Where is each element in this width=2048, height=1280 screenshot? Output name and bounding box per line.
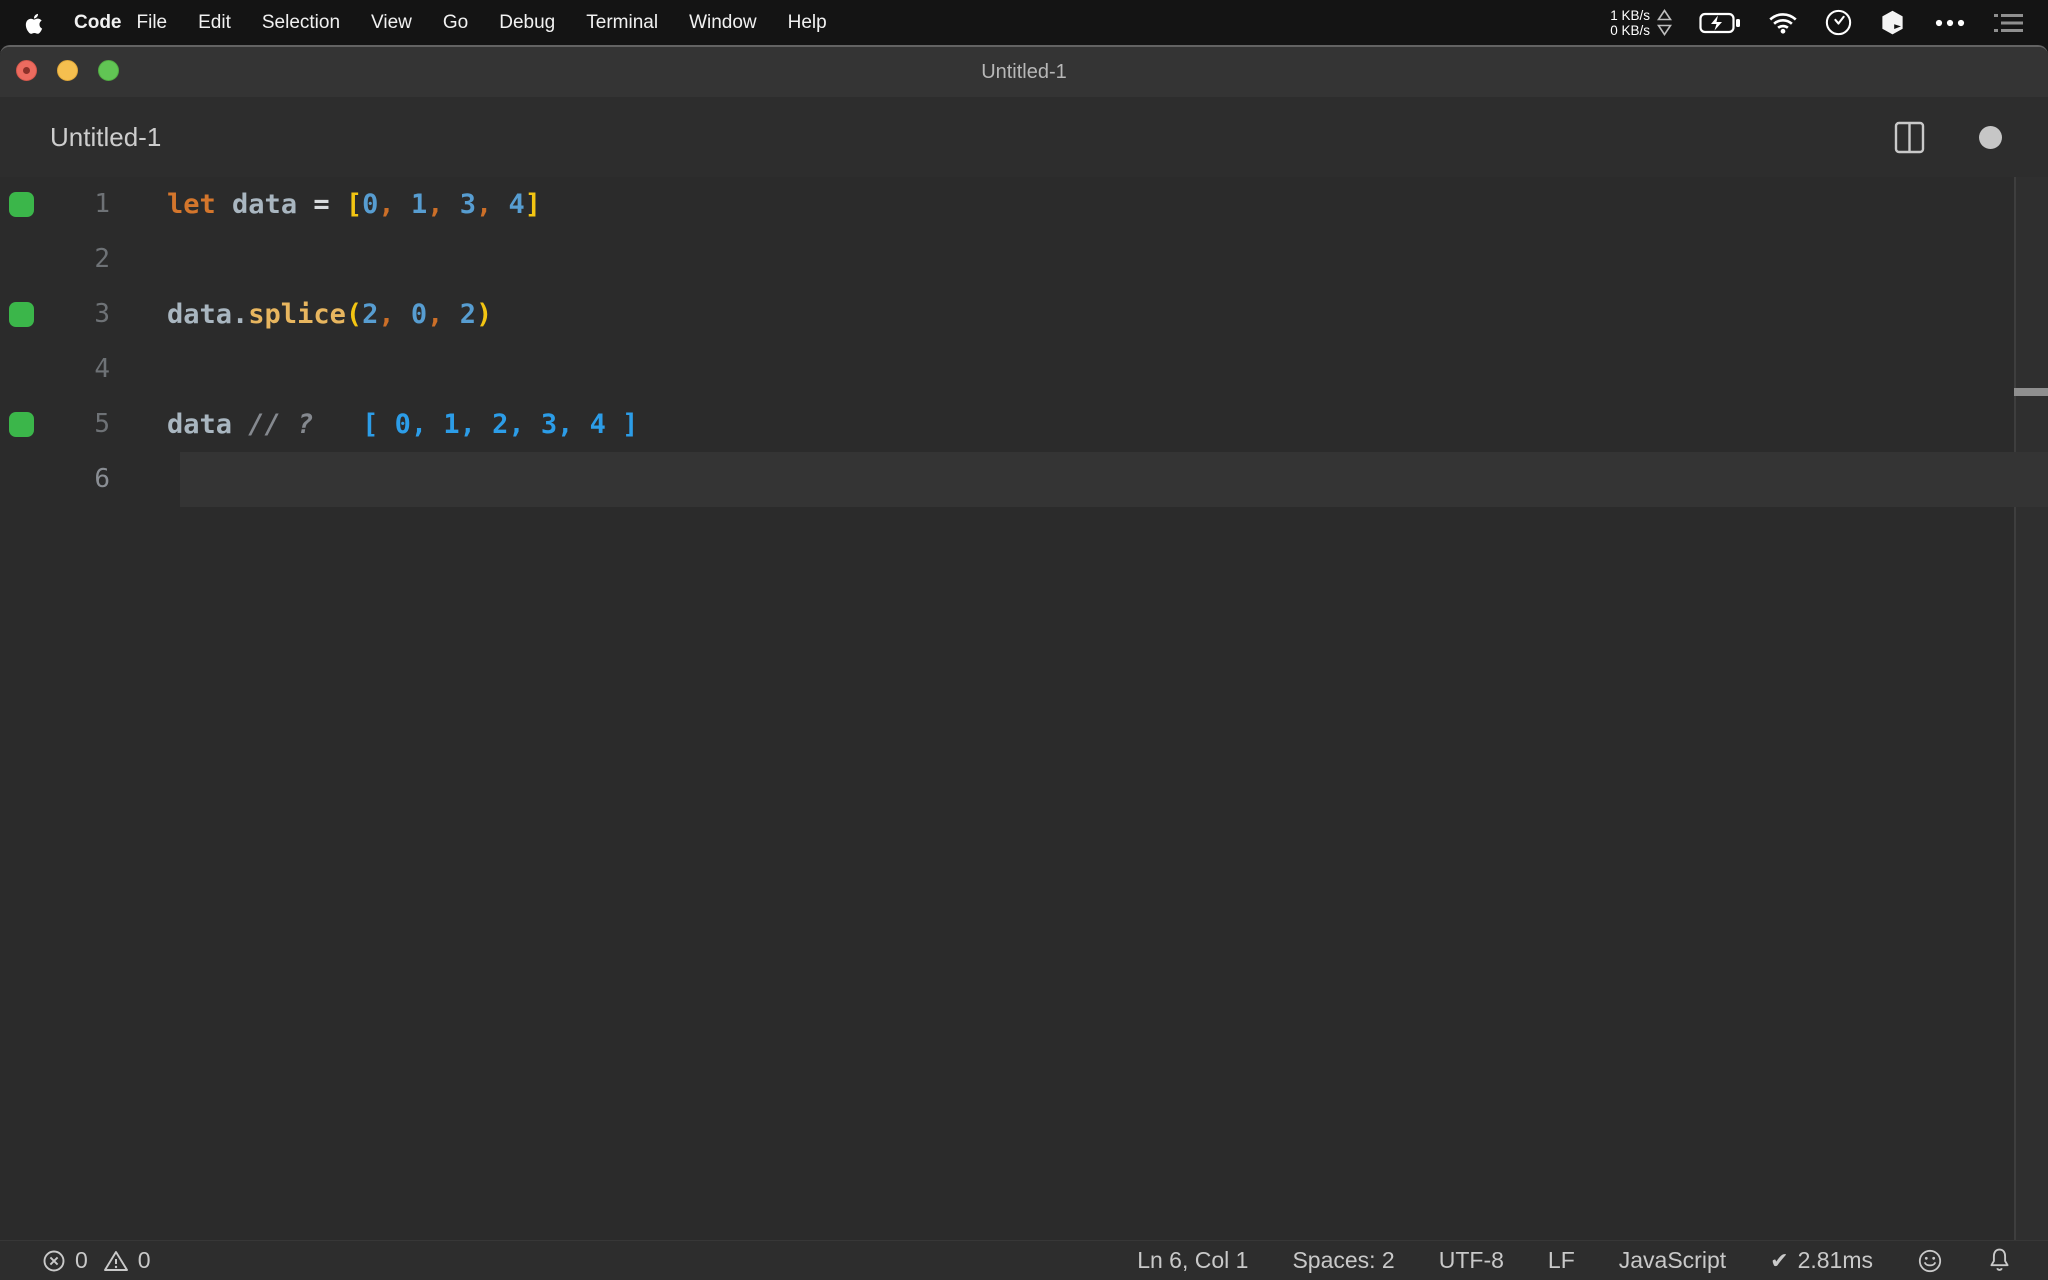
open-file-label[interactable]: Untitled-1 (50, 97, 161, 177)
current-line-highlight (180, 452, 2048, 507)
apple-logo-icon[interactable] (24, 11, 44, 35)
code-line: 2 (0, 232, 2048, 287)
menu-item-selection[interactable]: Selection (262, 12, 340, 34)
list-menu-icon[interactable] (1994, 12, 2024, 34)
menu-items: File Edit Selection View Go Debug Terminal Wind… (137, 12, 827, 34)
code-text: let data = [0, 1, 3, 4] (167, 189, 542, 220)
cursor-position[interactable]: Ln 6, Col 1 (1137, 1247, 1248, 1274)
split-editor-icon[interactable] (1894, 121, 1925, 154)
editor-title-row: Untitled-1 (0, 97, 2048, 177)
code-text: data.splice(2, 0, 2) (167, 299, 493, 330)
menu-item-go[interactable]: Go (443, 12, 468, 34)
quokka-coverage-indicator (9, 412, 34, 437)
code-line: 3 data.splice(2, 0, 2) (0, 287, 2048, 342)
code-line: 1 let data = [0, 1, 3, 4] (0, 177, 2048, 232)
status-bar: 0 0 Ln 6, Col 1 Spaces: 2 UTF-8 LF JavaS… (0, 1240, 2048, 1280)
more-dots-icon[interactable] (1933, 18, 1967, 28)
menu-item-view[interactable]: View (371, 12, 412, 34)
menu-item-terminal[interactable]: Terminal (586, 12, 658, 34)
menu-item-help[interactable]: Help (788, 12, 827, 34)
editor-actions (1894, 97, 2002, 177)
editor[interactable]: 1 let data = [0, 1, 3, 4] 2 3 data.splice(2,… (0, 177, 2048, 1240)
menu-item-edit[interactable]: Edit (198, 12, 231, 34)
error-icon (42, 1249, 66, 1273)
code-area[interactable]: 1 let data = [0, 1, 3, 4] 2 3 data.splice(2,… (0, 177, 2048, 1240)
language-mode[interactable]: JavaScript (1619, 1247, 1726, 1274)
error-count: 0 (75, 1247, 88, 1273)
clock-icon[interactable] (1825, 9, 1852, 36)
wifi-icon[interactable] (1768, 11, 1798, 34)
line-number: 4 (94, 354, 110, 384)
vscode-window: Untitled-1 Untitled-1 1 let data = [0, 1,… (0, 45, 2048, 1280)
eol-setting[interactable]: LF (1548, 1247, 1575, 1274)
menu-item-window[interactable]: Window (689, 12, 757, 34)
network-speed-indicator[interactable]: 1 KB/s 0 KB/s (1610, 8, 1672, 38)
network-arrows-icon (1657, 9, 1672, 36)
line-number: 3 (94, 299, 110, 329)
encoding-setting[interactable]: UTF-8 (1439, 1247, 1504, 1274)
quokka-time: 2.81ms (1797, 1247, 1873, 1273)
network-up-label: 1 KB/s (1610, 7, 1650, 23)
indentation-setting[interactable]: Spaces: 2 (1292, 1247, 1394, 1274)
window-title: Untitled-1 (981, 60, 1067, 83)
menu-item-file[interactable]: File (137, 12, 168, 34)
quokka-coverage-indicator (9, 302, 34, 327)
battery-charging-icon[interactable] (1699, 12, 1741, 34)
menu-app-code[interactable]: Code (74, 12, 122, 34)
cube-app-icon[interactable] (1879, 9, 1906, 36)
code-line: 6 (0, 452, 2048, 507)
problems-indicator[interactable]: 0 0 (42, 1247, 151, 1274)
network-down-label: 0 KB/s (1610, 22, 1650, 38)
notifications-bell-icon[interactable] (1987, 1247, 2012, 1274)
code-line: 5 data // ? [ 0, 1, 2, 3, 4 ] (0, 397, 2048, 452)
warning-icon (103, 1249, 129, 1273)
warning-count: 0 (137, 1247, 151, 1273)
menu-bar-status-area: 1 KB/s 0 KB/s (1610, 8, 2024, 38)
window-title-bar: Untitled-1 (0, 47, 2048, 97)
macos-menu-bar: Code File Edit Selection View Go Debug Termina… (0, 0, 2048, 45)
unsaved-changes-dot-icon[interactable] (1979, 125, 2002, 149)
code-text: data // ? [ 0, 1, 2, 3, 4 ] (167, 409, 639, 440)
overview-ruler-cursor-marker (2014, 388, 2048, 396)
line-number: 6 (94, 464, 110, 494)
line-number: 1 (94, 189, 110, 219)
line-number: 5 (94, 409, 110, 439)
code-line: 4 (0, 342, 2048, 397)
feedback-smiley-icon[interactable] (1917, 1248, 1943, 1274)
quokka-status[interactable]: ✔ 2.81ms (1770, 1247, 1873, 1274)
line-number: 2 (94, 244, 110, 274)
quokka-coverage-indicator (9, 192, 34, 217)
check-icon: ✔ (1770, 1247, 1789, 1273)
menu-item-debug[interactable]: Debug (499, 12, 555, 34)
